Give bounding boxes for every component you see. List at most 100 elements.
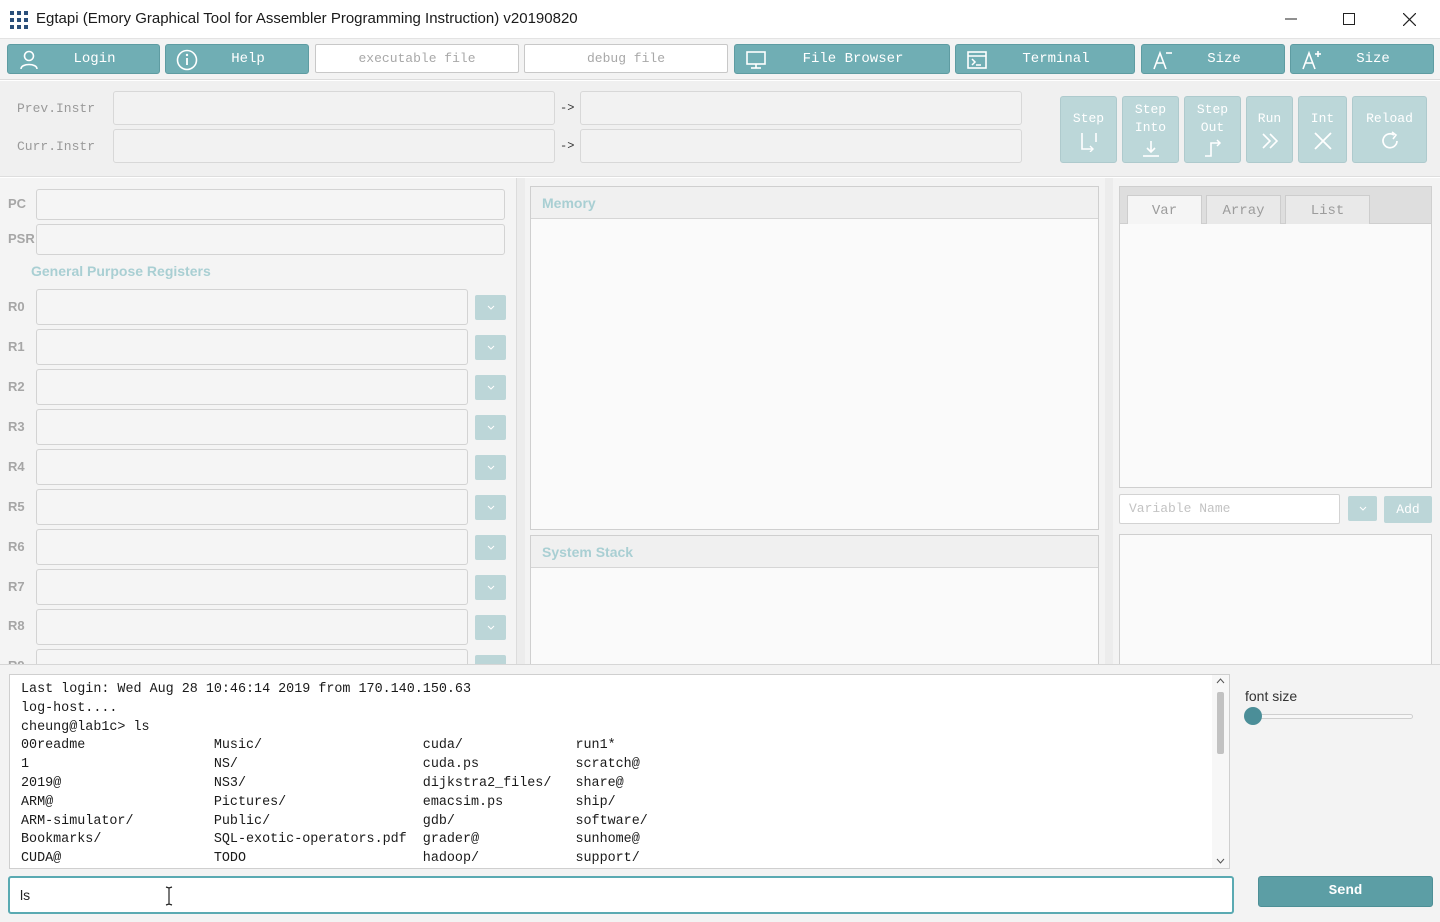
tab-list[interactable]: List xyxy=(1285,195,1370,225)
fast-forward-icon xyxy=(1261,133,1278,149)
login-button[interactable]: Login xyxy=(7,44,160,74)
user-icon xyxy=(20,50,38,70)
register-label: R1 xyxy=(8,339,25,354)
register-field xyxy=(36,649,468,664)
reload-icon xyxy=(1381,131,1398,149)
step-out-icon xyxy=(1204,139,1221,157)
register-field xyxy=(36,569,468,605)
register-field xyxy=(36,289,468,325)
window-title: Egtapi (Emory Graphical Tool for Assembl… xyxy=(36,10,578,27)
register-format-dropdown[interactable] xyxy=(475,455,506,480)
register-label: R6 xyxy=(8,539,25,554)
register-label: R2 xyxy=(8,379,25,394)
register-format-dropdown[interactable] xyxy=(475,495,506,520)
register-field xyxy=(36,609,468,645)
left-splitter[interactable] xyxy=(517,178,525,664)
memory-panel: Memory System Stack xyxy=(525,178,1105,675)
add-variable-button[interactable]: Add xyxy=(1384,496,1432,523)
executable-file-input[interactable]: executable file xyxy=(315,44,519,73)
curr-instr-label: Curr.Instr xyxy=(17,139,96,154)
font-size-label: font size xyxy=(1245,688,1298,704)
tab-array[interactable]: Array xyxy=(1206,195,1281,225)
register-field xyxy=(36,369,468,405)
step-out-label-2: Out xyxy=(1200,120,1225,135)
interrupt-label: Int xyxy=(1310,111,1335,126)
help-button[interactable]: Help xyxy=(165,44,309,74)
scrollbar-thumb[interactable] xyxy=(1217,692,1224,754)
step-into-button[interactable]: Step Into xyxy=(1122,96,1179,163)
right-splitter[interactable] xyxy=(1105,178,1113,664)
register-format-dropdown[interactable] xyxy=(475,575,506,600)
chevron-down-icon xyxy=(487,625,494,630)
app-grid-icon xyxy=(10,11,28,29)
reload-button[interactable]: Reload xyxy=(1352,96,1427,163)
terminal-button[interactable]: Terminal xyxy=(955,44,1135,74)
register-label: R5 xyxy=(8,499,25,514)
step-into-icon xyxy=(1142,141,1159,157)
prev-instr-label: Prev.Instr xyxy=(17,101,96,116)
register-format-dropdown[interactable] xyxy=(475,535,506,560)
tab-var[interactable]: Var xyxy=(1127,195,1202,225)
variable-type-dropdown[interactable] xyxy=(1348,496,1377,521)
font-decrease-icon xyxy=(1153,50,1172,70)
interrupt-button[interactable]: Int xyxy=(1298,96,1347,163)
instruction-panel: Prev.Instr -> Curr.Instr -> Step Step In… xyxy=(0,81,1440,177)
register-format-dropdown[interactable] xyxy=(475,375,506,400)
file-browser-button[interactable]: File Browser xyxy=(734,44,950,74)
command-text: ls xyxy=(20,887,31,903)
toolbar: Login Help executable file debug file Fi… xyxy=(0,39,1440,80)
register-panel: PC PSR General Purpose Registers R0 R1 R… xyxy=(0,178,517,664)
psr-label: PSR xyxy=(8,231,35,246)
step-button[interactable]: Step xyxy=(1060,96,1117,163)
maximize-button[interactable] xyxy=(1320,0,1378,38)
scroll-up-icon xyxy=(1216,678,1225,684)
size-decrease-button[interactable]: Size xyxy=(1141,44,1285,74)
chevron-down-icon xyxy=(487,465,494,470)
watched-variables-list xyxy=(1119,534,1432,674)
terminal-text: Last login: Wed Aug 28 10:46:14 2019 fro… xyxy=(21,682,648,867)
register-label: R7 xyxy=(8,579,25,594)
prev-instr-result-field xyxy=(580,91,1022,125)
curr-instr-arrow: -> xyxy=(560,139,575,153)
register-format-dropdown[interactable] xyxy=(475,335,506,360)
terminal-panel: Last login: Wed Aug 28 10:46:14 2019 fro… xyxy=(0,664,1440,922)
step-out-button[interactable]: Step Out xyxy=(1184,96,1241,163)
prev-instr-field xyxy=(113,91,555,125)
font-size-slider-knob[interactable] xyxy=(1244,707,1262,725)
send-button[interactable]: Send xyxy=(1258,876,1433,907)
psr-field xyxy=(36,224,505,255)
pc-label: PC xyxy=(8,196,27,211)
register-format-dropdown[interactable] xyxy=(475,295,506,320)
gpr-section-title: General Purpose Registers xyxy=(31,263,211,279)
run-button[interactable]: Run xyxy=(1246,96,1293,163)
file-browser-label: File Browser xyxy=(802,51,904,67)
size-increase-button[interactable]: Size xyxy=(1290,44,1434,74)
curr-instr-result-field xyxy=(580,129,1022,163)
step-into-label-2: Into xyxy=(1134,120,1167,135)
minimize-button[interactable] xyxy=(1262,0,1320,38)
text-cursor-icon xyxy=(165,886,173,906)
memory-title: Memory xyxy=(531,187,1098,219)
maximize-icon xyxy=(1343,13,1355,25)
register-format-dropdown[interactable] xyxy=(475,415,506,440)
system-stack-title: System Stack xyxy=(531,536,1098,568)
chevron-down-icon xyxy=(487,505,494,510)
prev-instr-arrow: -> xyxy=(560,101,575,115)
variable-tabs: Var Array List xyxy=(1119,186,1432,225)
step-into-label-1: Step xyxy=(1134,102,1167,117)
debug-file-input[interactable]: debug file xyxy=(524,44,728,73)
register-label: R3 xyxy=(8,419,25,434)
reload-label: Reload xyxy=(1366,111,1413,126)
command-input[interactable]: ls xyxy=(8,876,1234,914)
register-format-dropdown[interactable] xyxy=(475,615,506,640)
close-button[interactable] xyxy=(1380,0,1438,38)
register-format-dropdown[interactable] xyxy=(475,655,506,664)
register-label: R0 xyxy=(8,299,25,314)
title-bar: Egtapi (Emory Graphical Tool for Assembl… xyxy=(0,0,1440,39)
variable-name-input[interactable]: Variable Name xyxy=(1119,494,1340,524)
variable-list xyxy=(1119,224,1432,488)
font-size-slider[interactable] xyxy=(1251,714,1413,719)
step-out-label-1: Step xyxy=(1196,102,1229,117)
terminal-output[interactable]: Last login: Wed Aug 28 10:46:14 2019 fro… xyxy=(9,674,1230,869)
terminal-scrollbar[interactable] xyxy=(1212,675,1229,868)
